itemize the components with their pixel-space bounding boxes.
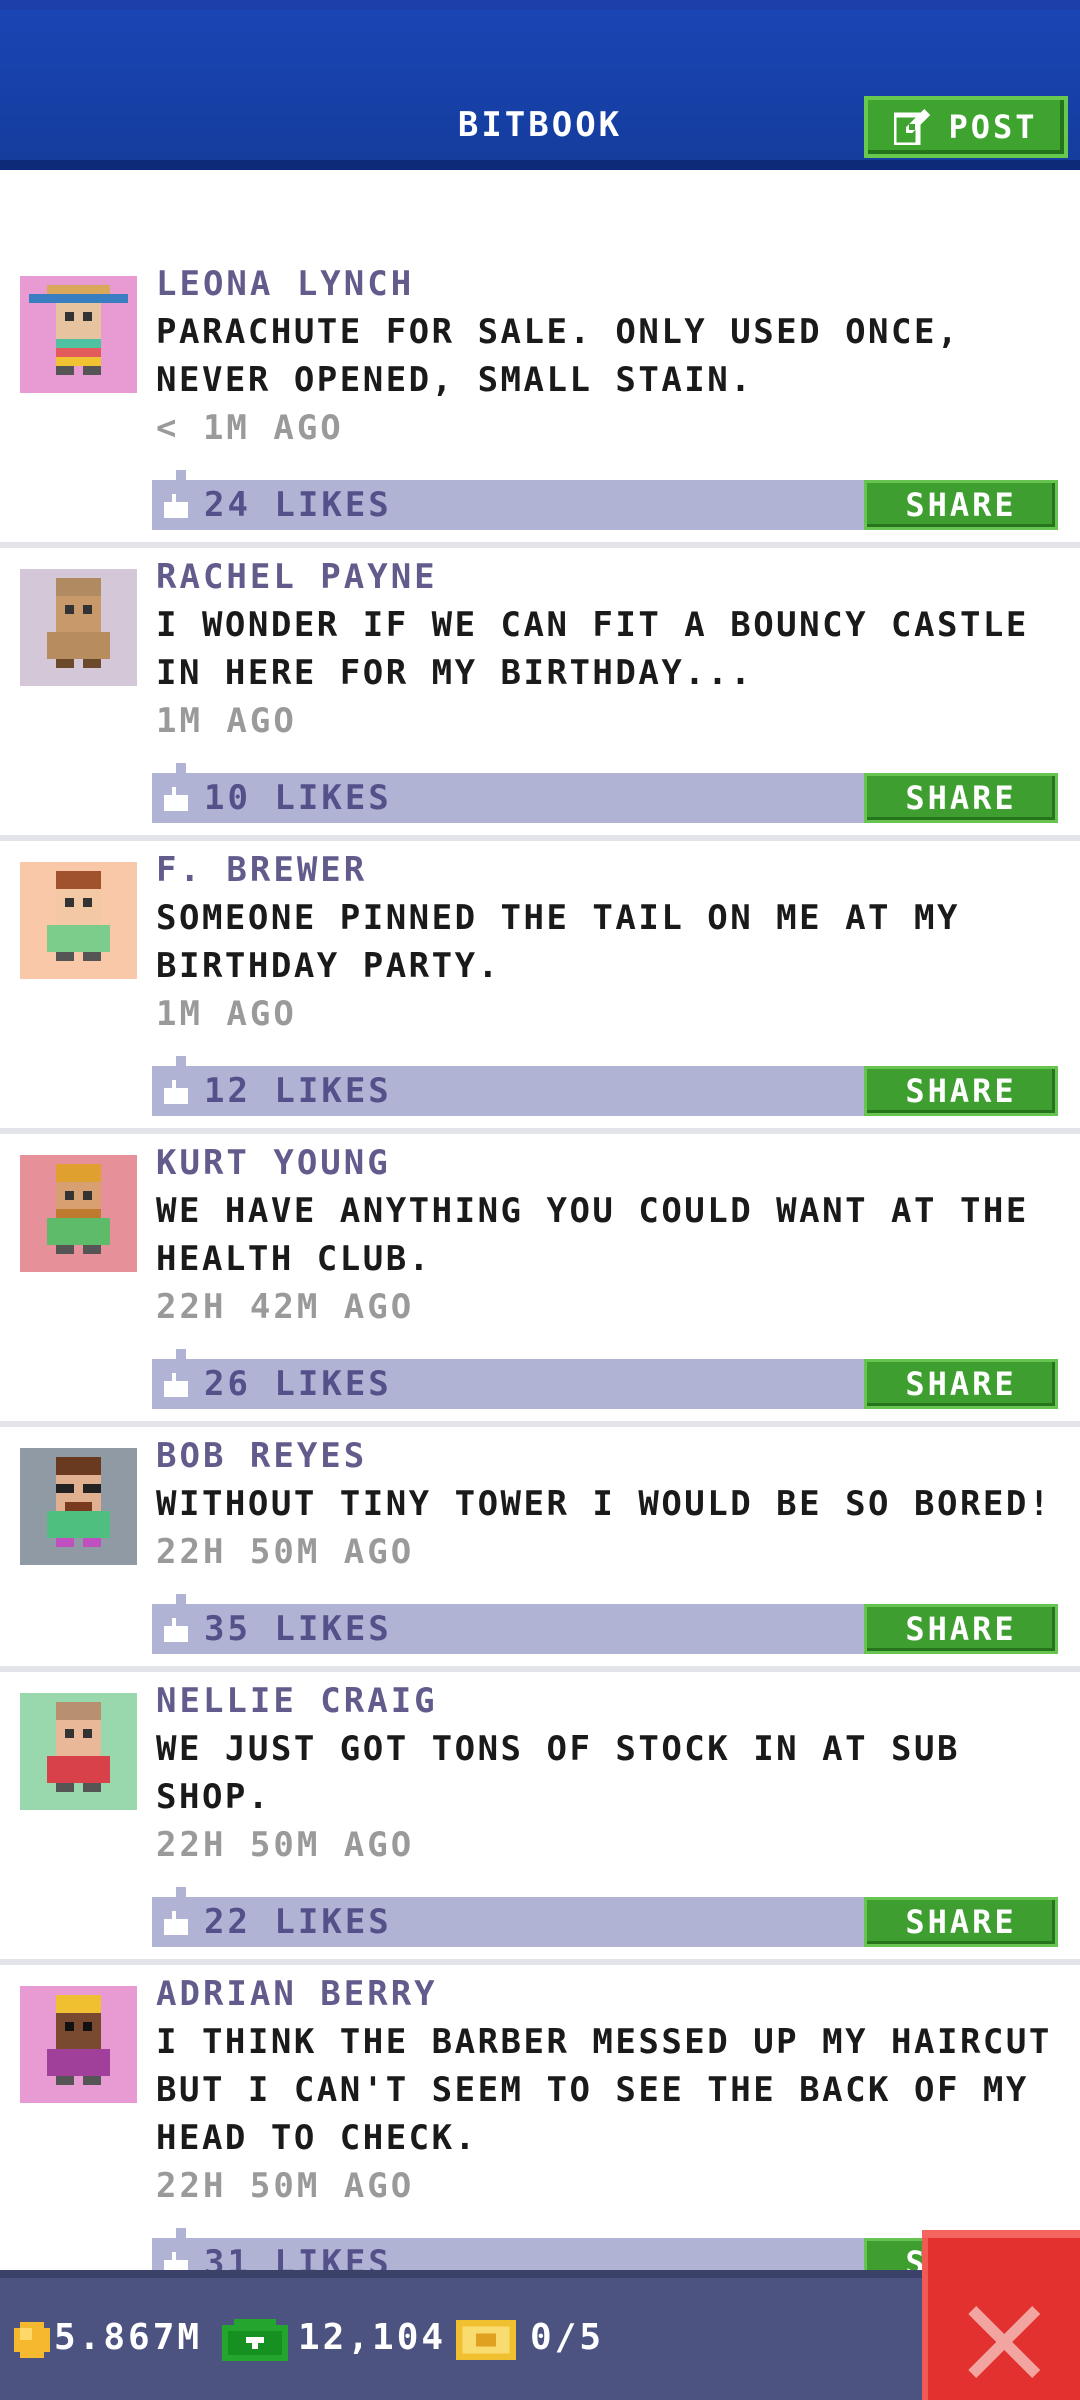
feed-post: ADRIAN BERRY I THINK THE BARBER MESSED U…: [0, 1974, 1080, 2270]
close-icon: [968, 2306, 1040, 2378]
likes-count: 24 LIKES: [204, 485, 392, 525]
post-author[interactable]: KURT YOUNG: [156, 1139, 391, 1187]
thumbs-up-icon: [164, 1373, 188, 1397]
post-divider: [0, 1128, 1080, 1134]
post-divider: [0, 542, 1080, 548]
likes-count: 26 LIKES: [204, 1364, 392, 1404]
avatar: [20, 1693, 137, 1810]
post-author[interactable]: RACHEL PAYNE: [156, 553, 438, 601]
post-divider: [0, 1959, 1080, 1965]
post-author[interactable]: BOB REYES: [156, 1432, 367, 1480]
thumbs-up-icon: [164, 1911, 188, 1935]
thumbs-up-icon: [164, 494, 188, 518]
coin-icon: [14, 2322, 50, 2358]
ticket-icon: [456, 2320, 516, 2360]
share-button[interactable]: SHARE: [864, 1604, 1058, 1654]
avatar: [20, 1155, 137, 1272]
post-feed[interactable]: LEONA LYNCH PARACHUTE FOR SALE. ONLY USE…: [0, 170, 1080, 2270]
post-author[interactable]: F. BREWER: [156, 846, 367, 894]
post-time: < 1M AGO: [156, 408, 344, 448]
post-time: 22H 50M AGO: [156, 2166, 415, 2206]
share-button[interactable]: SHARE: [864, 1897, 1058, 1947]
share-button[interactable]: SHARE: [864, 1359, 1058, 1409]
post-time: 1M AGO: [156, 994, 297, 1034]
likes-count: 35 LIKES: [204, 1609, 392, 1649]
avatar: [20, 1448, 137, 1565]
post-divider: [0, 1421, 1080, 1427]
edit-icon: [894, 109, 931, 145]
feed-post: NELLIE CRAIG WE JUST GOT TONS OF STOCK I…: [0, 1681, 1080, 1986]
avatar: [20, 569, 137, 686]
post-time: 22H 42M AGO: [156, 1287, 415, 1327]
share-button[interactable]: SHARE: [864, 773, 1058, 823]
post-divider: [0, 1666, 1080, 1672]
avatar: [20, 862, 137, 979]
bux-count: 12,104: [298, 2317, 447, 2358]
avatar: [20, 276, 137, 393]
thumbs-up-icon: [164, 2252, 188, 2270]
share-button[interactable]: SHARE: [864, 1066, 1058, 1116]
likes-count: 22 LIKES: [204, 1902, 392, 1942]
post-time: 1M AGO: [156, 701, 297, 741]
post-message: WE HAVE ANYTHING YOU COULD WANT AT THE H…: [156, 1191, 1029, 1279]
post-time: 22H 50M AGO: [156, 1825, 415, 1865]
post-button-label: POST: [948, 108, 1038, 146]
likes-count: 10 LIKES: [204, 778, 392, 818]
avatar: [20, 1986, 137, 2103]
thumbs-up-icon: [164, 1080, 188, 1104]
thumbs-up-icon: [164, 787, 188, 811]
post-message: WE JUST GOT TONS OF STOCK IN AT SUB SHOP…: [156, 1729, 960, 1817]
post-button[interactable]: POST: [864, 96, 1068, 158]
post-divider: [0, 835, 1080, 841]
bux-icon: [222, 2319, 288, 2361]
post-message: SOMEONE PINNED THE TAIL ON ME AT MY BIRT…: [156, 898, 960, 986]
post-author[interactable]: LEONA LYNCH: [156, 260, 414, 308]
likes-count: 12 LIKES: [204, 1071, 392, 1111]
close-button[interactable]: [922, 2230, 1080, 2400]
feed-post: F. BREWER SOMEONE PINNED THE TAIL ON ME …: [0, 850, 1080, 1155]
feed-post: RACHEL PAYNE I WONDER IF WE CAN FIT A BO…: [0, 557, 1080, 862]
post-author[interactable]: ADRIAN BERRY: [156, 1970, 438, 2018]
status-bar: 5.867M 12,104 0/5: [0, 2270, 1080, 2400]
coin-count: 5.867M: [54, 2317, 203, 2358]
ticket-count: 0/5: [530, 2317, 605, 2358]
post-message: I WONDER IF WE CAN FIT A BOUNCY CASTLE I…: [156, 605, 1029, 693]
post-time: 22H 50M AGO: [156, 1532, 415, 1572]
likes-count: 31 LIKES: [204, 2243, 392, 2270]
feed-post: LEONA LYNCH PARACHUTE FOR SALE. ONLY USE…: [0, 264, 1080, 569]
feed-post: KURT YOUNG WE HAVE ANYTHING YOU COULD WA…: [0, 1143, 1080, 1448]
post-message: I THINK THE BARBER MESSED UP MY HAIRCUT …: [156, 2022, 1052, 2158]
post-message: PARACHUTE FOR SALE. ONLY USED ONCE, NEVE…: [156, 312, 960, 400]
post-message: WITHOUT TINY TOWER I WOULD BE SO BORED!: [156, 1484, 1052, 1524]
share-button[interactable]: SHARE: [864, 480, 1058, 530]
thumbs-up-icon: [164, 1618, 188, 1642]
app-header: BITBOOK POST: [0, 0, 1080, 170]
post-author[interactable]: NELLIE CRAIG: [156, 1677, 438, 1725]
